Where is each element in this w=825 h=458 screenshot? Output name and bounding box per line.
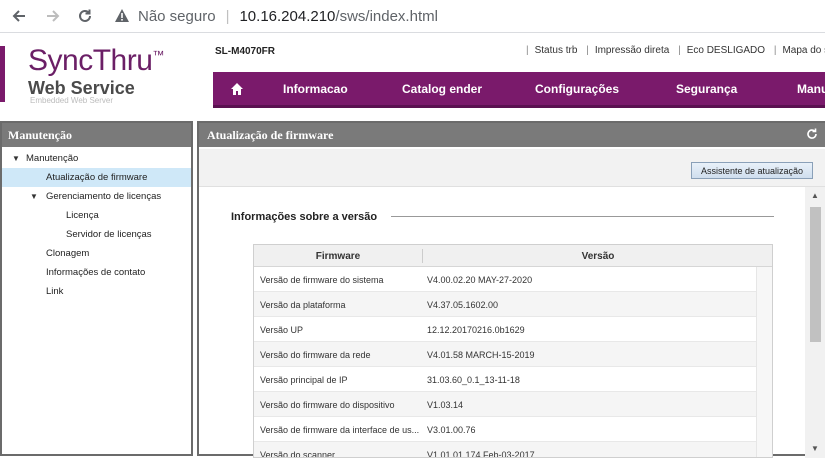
action-toolbar: Assistente de atualização — [199, 149, 825, 187]
scroll-thumb[interactable] — [810, 207, 821, 342]
table-header: Firmware Versão — [254, 245, 772, 267]
back-button[interactable] — [8, 5, 30, 27]
table-scrollbar[interactable] — [756, 267, 772, 457]
scroll-down-icon[interactable]: ▼ — [810, 444, 820, 454]
reload-icon — [79, 9, 91, 22]
browser-toolbar: Não seguro | 10.16.204.210/sws/index.htm… — [0, 0, 825, 33]
sidebar: Manutenção ▼ Manutenção Atualização de f… — [0, 121, 193, 456]
section-divider — [391, 216, 774, 217]
home-icon[interactable] — [230, 82, 244, 96]
cell-version: 31.03.60_0.1_13-11-18 — [427, 375, 520, 385]
sidebar-tree: ▼ Manutenção Atualização de firmware ▼ G… — [2, 147, 191, 301]
cell-firmware: Versão do firmware do dispositivo — [260, 400, 395, 410]
expand-down-icon[interactable]: ▼ — [28, 192, 40, 201]
cell-version: V4.00.02.20 MAY-27-2020 — [427, 275, 533, 285]
link-eco[interactable]: Eco DESLIGADO — [687, 45, 765, 56]
tree-item-contact-info[interactable]: Informações de contato — [2, 263, 191, 282]
logo-accent-bar — [0, 46, 5, 102]
table-row: Versão de firmware do sistema V4.00.02.2… — [254, 267, 757, 292]
cell-firmware: Versão da plataforma — [260, 300, 346, 310]
cell-firmware: Versão do scanner — [260, 450, 336, 458]
column-header-version[interactable]: Versão — [423, 251, 772, 262]
model-name: SL-M4070FR — [215, 46, 276, 57]
arrow-right-icon — [47, 10, 60, 22]
address-bar[interactable]: Não seguro | 10.16.204.210/sws/index.htm… — [114, 5, 438, 27]
table-row: Versão do firmware do dispositivo V1.03.… — [254, 392, 757, 417]
tree-item-license-management[interactable]: ▼ Gerenciamento de licenças — [2, 187, 191, 206]
cell-version: V1.03.14 — [427, 400, 464, 410]
table-row: Versão de firmware da interface de us...… — [254, 417, 757, 442]
security-label: Não seguro — [138, 7, 216, 25]
main-scrollbar[interactable]: ▲ ▼ — [805, 187, 825, 458]
cell-firmware: Versão UP — [260, 325, 304, 335]
link-sitemap[interactable]: Mapa do site — [782, 45, 825, 56]
cell-version: V4.01.58 MARCH-15-2019 — [427, 350, 535, 360]
table-row: Versão principal de IP 31.03.60_0.1_13-1… — [254, 367, 757, 392]
nav-seguranca[interactable]: Segurança — [676, 82, 737, 96]
expand-down-icon[interactable]: ▼ — [10, 154, 22, 163]
main-nav: Informacao Catalog ender Configurações S… — [213, 72, 825, 108]
update-wizard-button[interactable]: Assistente de atualização — [691, 162, 813, 179]
warning-icon — [115, 9, 129, 22]
column-header-firmware[interactable]: Firmware — [254, 251, 422, 262]
forward-button[interactable] — [42, 5, 64, 27]
logo-syncthru: SyncThru™ — [28, 44, 164, 77]
url-path: /sws/index.html — [335, 7, 438, 25]
cell-version: V3.01.00.76 — [427, 425, 476, 435]
address-separator: | — [225, 7, 230, 25]
main-panel: Atualização de firmware Assistente de at… — [197, 121, 825, 458]
page-title: Atualização de firmware — [207, 128, 334, 142]
cell-version: V4.37.05.1602.00 — [427, 300, 499, 310]
firmware-table: Firmware Versão Versão de firmware do si… — [253, 244, 773, 458]
link-direct-print[interactable]: Impressão direta — [595, 45, 669, 56]
link-status[interactable]: Status trb — [535, 45, 578, 56]
cell-firmware: Versão de firmware da interface de us... — [260, 425, 420, 435]
nav-informacao[interactable]: Informacao — [283, 82, 348, 96]
table-row: Versão da plataforma V4.37.05.1602.00 — [254, 292, 757, 317]
cell-firmware: Versão do firmware da rede — [260, 350, 371, 360]
reload-button[interactable] — [74, 5, 96, 27]
url-host: 10.16.204.210 — [239, 7, 336, 25]
refresh-icon[interactable] — [805, 127, 819, 141]
section-title: Informações sobre a versão — [231, 211, 378, 223]
sidebar-title: Manutenção — [2, 123, 191, 147]
cell-firmware: Versão principal de IP — [260, 375, 348, 385]
tree-item-manutencao[interactable]: ▼ Manutenção — [2, 149, 191, 168]
tree-item-license[interactable]: Licença — [2, 206, 191, 225]
table-row: Versão do firmware da rede V4.01.58 MARC… — [254, 342, 757, 367]
tree-item-link[interactable]: Link — [2, 282, 191, 301]
cell-version: 12.12.20170216.0b1629 — [427, 325, 525, 335]
top-links: | Status trb | Impressão direta | Eco DESLI… — [520, 45, 825, 56]
tree-item-firmware-update[interactable]: Atualização de firmware — [2, 168, 191, 187]
logo-embedded-text: Embedded Web Server — [30, 96, 114, 105]
nav-catalog-ender[interactable]: Catalog ender — [402, 82, 482, 96]
scroll-up-icon[interactable]: ▲ — [810, 191, 820, 201]
tree-item-cloning[interactable]: Clonagem — [2, 244, 191, 263]
nav-configuracoes[interactable]: Configurações — [535, 82, 619, 96]
site-header: SyncThru™ Web Service Embedded Web Serve… — [0, 34, 825, 118]
nav-manutencao[interactable]: Manu — [797, 82, 825, 96]
cell-version: V1.01.01.174 Feb-03-2017 — [427, 450, 535, 458]
cell-firmware: Versão de firmware do sistema — [260, 275, 384, 285]
tree-item-license-server[interactable]: Servidor de licenças — [2, 225, 191, 244]
arrow-left-icon — [12, 10, 25, 22]
table-row: Versão UP 12.12.20170216.0b1629 — [254, 317, 757, 342]
main-panel-header: Atualização de firmware — [199, 123, 825, 147]
